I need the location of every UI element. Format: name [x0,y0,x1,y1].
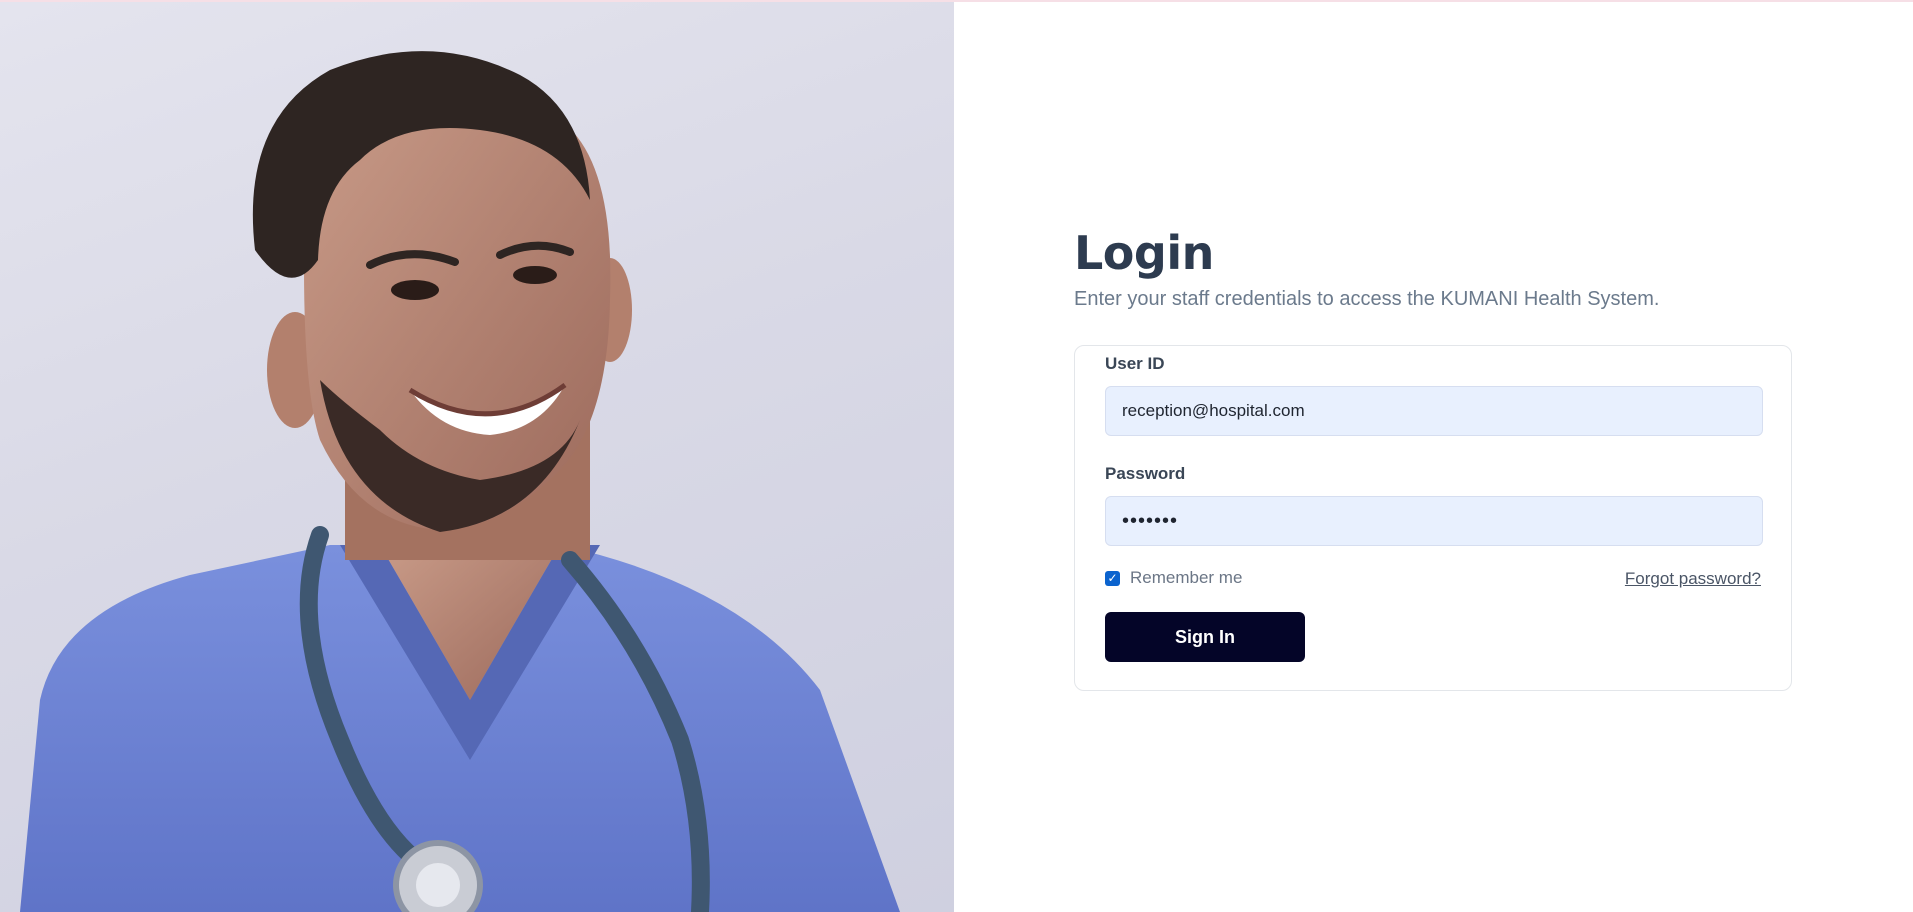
password-label: Password [1105,464,1186,483]
doctor-illustration [20,51,900,912]
login-form: User ID Password ✓ Remember me Forgot pa… [1074,345,1792,691]
top-border [0,0,1913,2]
check-icon: ✓ [1107,571,1118,585]
forgot-password-link[interactable]: Forgot password? [1625,569,1761,589]
password-field[interactable] [1105,496,1763,546]
login-panel: Login Enter your staff credentials to ac… [954,0,1913,912]
remember-me[interactable]: ✓ Remember me [1105,568,1242,588]
staff-photo [0,0,954,912]
page-title: Login [1074,226,1214,280]
remember-checkbox[interactable]: ✓ [1105,570,1120,586]
sign-in-button[interactable]: Sign In [1105,612,1305,662]
user-id-field[interactable] [1105,386,1763,436]
user-id-label: User ID [1105,354,1165,373]
page-subtitle: Enter your staff credentials to access t… [1074,288,1660,310]
remember-label: Remember me [1130,568,1243,587]
login-page: Login Enter your staff credentials to ac… [0,0,1913,912]
